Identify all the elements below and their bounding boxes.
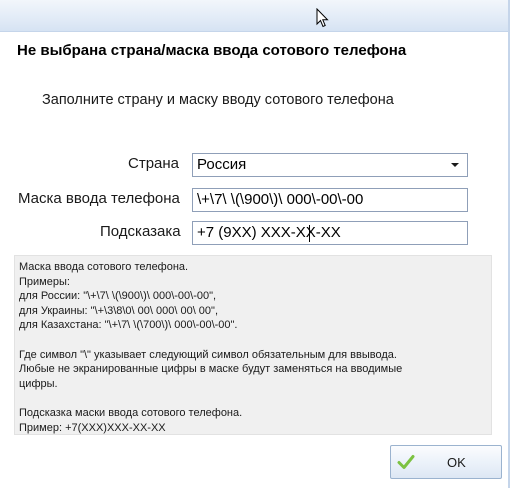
- help-line: Маска ввода сотового телефона.: [19, 261, 189, 273]
- hint-label: Подсказака: [100, 223, 181, 240]
- help-line: [19, 391, 487, 406]
- country-select[interactable]: Россия: [192, 153, 468, 177]
- help-line: для Казахстана: "\+\7\ \(\700\)\ 000\-00…: [19, 319, 238, 332]
- country-select-value: Россия: [197, 156, 247, 173]
- phone-hint-value: +7 (9XX) XXX-XX-XX: [197, 224, 341, 241]
- dialog-footer: OK: [0, 436, 510, 488]
- help-line: Любые не экранированные цифры в маске бу…: [19, 363, 403, 376]
- title-bar[interactable]: [0, 0, 510, 32]
- help-line: Примеры:: [19, 275, 70, 288]
- mouse-pointer-icon: [316, 8, 329, 28]
- country-label: Страна: [128, 155, 180, 172]
- check-icon: [397, 455, 415, 469]
- dialog-subtitle: Заполните страну и маску вводу сотового …: [42, 92, 394, 108]
- dialog-title: Не выбрана страна/маска ввода сотового т…: [17, 42, 407, 59]
- help-line: для Украины: "\+\3\8\0\ 00\ 000\ 00\ 00"…: [19, 304, 219, 317]
- help-line: цифры.: [19, 377, 58, 390]
- help-line: Пример: +7(XXX)XXX-XX-XX: [19, 421, 166, 434]
- help-line: [19, 333, 487, 348]
- ok-button-label: OK: [447, 455, 466, 470]
- help-line: Подсказка маски ввода сотового телефона.: [19, 406, 243, 419]
- text-caret-icon: [309, 225, 310, 242]
- ok-button[interactable]: OK: [390, 445, 502, 479]
- phone-mask-input[interactable]: \+\7\ \(\900\)\ 000\-00\-00: [192, 188, 468, 212]
- dialog-window: Не выбрана страна/маска ввода сотового т…: [0, 0, 510, 488]
- help-line: для России: "\+\7\ \(\900\)\ 000\-00\-00…: [19, 290, 217, 303]
- help-text-panel: Маска ввода сотового телефона. Примеры: …: [14, 255, 492, 435]
- mask-label: Маска ввода телефона: [18, 190, 180, 207]
- help-line: Где символ "\" указывает следующий симво…: [19, 348, 397, 361]
- chevron-down-icon[interactable]: [451, 163, 459, 167]
- phone-hint-input[interactable]: +7 (9XX) XXX-XX-XX: [192, 221, 468, 245]
- phone-mask-value: \+\7\ \(\900\)\ 000\-00\-00: [197, 191, 364, 208]
